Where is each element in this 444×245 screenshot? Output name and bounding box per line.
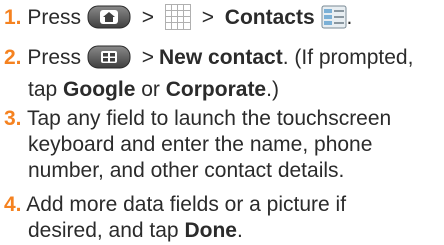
- step-number: 1.: [4, 6, 22, 29]
- step-continuation: desired, and tap Done.: [4, 218, 440, 244]
- step-number: 4.: [4, 193, 22, 216]
- step-text: Press: [27, 46, 82, 69]
- separator: >: [141, 46, 154, 69]
- step-continuation: keyboard and enter the name, phone: [28, 133, 373, 156]
- home-key-icon: [87, 4, 131, 37]
- contacts-app-icon: [321, 4, 347, 37]
- step-continuation: number, and other contact details.: [28, 159, 345, 182]
- step-tail: .: [236, 219, 243, 242]
- separator: >: [141, 6, 154, 29]
- instruction-steps: 1. Press > > Contacts . 2. Press > New c…: [0, 0, 444, 245]
- step-text: Press: [27, 6, 82, 29]
- step-bold-term: New contact: [159, 46, 283, 69]
- step-text: or: [141, 78, 160, 101]
- step-bold-term: Contacts: [224, 6, 315, 29]
- step-tail: . (If prompted,: [282, 46, 414, 69]
- step-4: 4. Add more data fields or a picture if …: [4, 192, 440, 244]
- step-text: Tap any field to launch the touchscreen: [26, 107, 392, 130]
- menu-key-icon: [87, 44, 131, 77]
- step-continuation: tap Google or Corporate.): [4, 77, 440, 103]
- google-term: Google: [63, 78, 136, 101]
- step-text: tap: [28, 78, 58, 101]
- applications-grid-icon: [164, 4, 191, 37]
- step-3: 3. Tap any field to launch the touchscre…: [4, 106, 440, 184]
- step-tail: .: [346, 6, 353, 29]
- step-number: 3.: [4, 107, 22, 130]
- separator: >: [201, 6, 214, 29]
- step-text: desired, and tap: [28, 219, 179, 242]
- done-term: Done: [184, 219, 237, 242]
- step-text: Add more data fields or a picture if: [26, 193, 347, 216]
- step-number: 2.: [4, 46, 22, 69]
- step-1: 1. Press > > Contacts .: [4, 4, 440, 37]
- step-tail: .): [266, 78, 279, 101]
- step-2: 2. Press > New contact. (If prompted, tap…: [4, 44, 440, 103]
- corporate-term: Corporate: [165, 78, 267, 101]
